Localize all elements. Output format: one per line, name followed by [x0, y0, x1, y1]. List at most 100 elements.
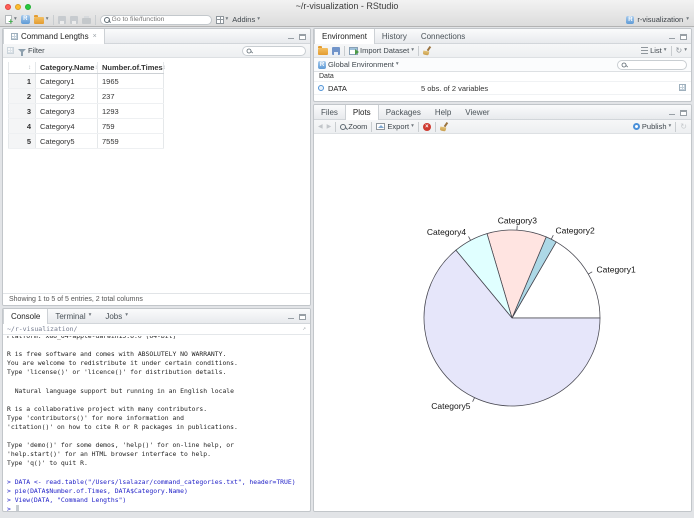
- maximize-icon[interactable]: [299, 313, 306, 320]
- console-line: R is a collaborative project with many c…: [7, 404, 208, 413]
- maximize-icon[interactable]: [680, 33, 687, 40]
- table-row[interactable]: 5 Category5 7559: [8, 134, 164, 149]
- close-window-button[interactable]: [5, 4, 11, 10]
- tab-connections[interactable]: Connections: [414, 29, 472, 43]
- pie-label-tick: [468, 236, 471, 241]
- new-project-button[interactable]: R: [20, 15, 30, 24]
- console-line: Type 'demo()' for some demos, 'help()' f…: [7, 441, 235, 450]
- column-header[interactable]: Category.Name ↕: [36, 62, 98, 73]
- table-row[interactable]: 4 Category4 759: [8, 119, 164, 134]
- minimize-icon[interactable]: [668, 109, 676, 116]
- new-project-icon: R: [20, 15, 30, 24]
- environment-scope-button[interactable]: R Global Environment ▾: [318, 60, 399, 69]
- pane-layout-button[interactable]: ▾: [215, 15, 228, 24]
- tab-jobs[interactable]: Jobs ▾: [98, 309, 135, 323]
- tab-viewer[interactable]: Viewer: [458, 105, 496, 119]
- table-search-box: [242, 45, 306, 56]
- list-icon: [641, 47, 649, 54]
- tab-help[interactable]: Help: [428, 105, 458, 119]
- remove-plot-icon[interactable]: ×: [422, 122, 431, 131]
- console-line: Type 'q()' to quit R.: [7, 459, 88, 468]
- save-workspace-icon[interactable]: [332, 46, 340, 55]
- tab-environment[interactable]: Environment: [314, 29, 375, 44]
- object-value: 5 obs. of 2 variables: [421, 83, 489, 93]
- tab-command-lengths[interactable]: Command Lengths ×: [3, 29, 105, 44]
- project-menu-button[interactable]: R r-visualization ▾: [626, 15, 689, 24]
- zoom-window-button[interactable]: [25, 4, 31, 10]
- tab-packages[interactable]: Packages: [379, 105, 428, 119]
- column-header[interactable]: Number.of.Times ↕: [98, 62, 166, 73]
- clear-workspace-icon[interactable]: [423, 46, 432, 55]
- table-search-input[interactable]: [254, 47, 302, 54]
- main-toolbar: ▾ R ▾ ▾ Addins ▾ R r-visualization ▾: [0, 13, 694, 26]
- minimize-icon[interactable]: [287, 33, 295, 40]
- next-plot-icon[interactable]: ▶: [327, 124, 332, 130]
- console-lines: Platform: x86_64-apple-darwin15.6.0 (64-…: [7, 336, 306, 511]
- console-line: 'help.start()' for an HTML browser inter…: [7, 450, 211, 459]
- chevron-down-icon: ▾: [14, 15, 17, 22]
- maximize-icon[interactable]: [680, 109, 687, 116]
- tab-terminal[interactable]: Terminal ▾: [48, 309, 98, 323]
- toolbar-divider: [52, 14, 54, 25]
- environment-object-row[interactable]: DATA 5 obs. of 2 variables: [314, 82, 691, 95]
- table-row[interactable]: 3 Category3 1293: [8, 104, 164, 119]
- save-all-icon[interactable]: [69, 15, 78, 24]
- plots-panel: Files Plots Packages Help Viewer ◀ ▶ Zoo…: [313, 104, 692, 512]
- chevron-down-icon: ▾: [411, 122, 414, 129]
- zoom-icon: [340, 123, 347, 130]
- chevron-down-icon: ▾: [45, 15, 49, 22]
- table-row[interactable]: 2 Category2 237: [8, 89, 164, 104]
- import-dataset-button[interactable]: Import Dataset ▾: [349, 46, 414, 55]
- open-file-button[interactable]: ▾: [33, 15, 49, 24]
- toolbar-divider: [371, 121, 373, 132]
- environment-search-input[interactable]: [629, 61, 683, 68]
- minimize-window-button[interactable]: [15, 4, 21, 10]
- tab-console[interactable]: Console: [3, 309, 49, 324]
- chevron-down-icon: ▾: [686, 15, 689, 22]
- filter-button[interactable]: Filter: [18, 46, 45, 56]
- list-view-button[interactable]: List ▾: [641, 46, 667, 55]
- data-object-icon: [318, 85, 324, 91]
- previous-plot-icon[interactable]: ◀: [318, 124, 323, 130]
- table-cell: Category1: [36, 74, 98, 88]
- toolbar-divider: [94, 14, 96, 25]
- tab-plots[interactable]: Plots: [344, 105, 379, 120]
- goto-file-input[interactable]: [111, 16, 208, 23]
- addins-button[interactable]: Addins ▾: [232, 15, 260, 24]
- refresh-plot-icon[interactable]: ↻: [680, 122, 687, 131]
- close-icon[interactable]: ×: [93, 33, 97, 40]
- console-output[interactable]: Platform: x86_64-apple-darwin15.6.0 (64-…: [3, 336, 310, 511]
- popout-table-icon[interactable]: [7, 47, 14, 54]
- print-icon[interactable]: [81, 15, 91, 24]
- toolbar-divider: [675, 121, 677, 132]
- publish-icon: [632, 123, 640, 130]
- refresh-button[interactable]: ↻ ▾: [676, 46, 687, 55]
- chevron-down-icon: ▾: [668, 122, 672, 129]
- view-table-button[interactable]: [679, 84, 686, 91]
- save-icon[interactable]: [57, 15, 66, 24]
- import-dataset-icon: [349, 46, 359, 55]
- chevron-down-icon: ▾: [663, 46, 667, 53]
- minimize-icon[interactable]: [668, 33, 676, 40]
- new-file-button[interactable]: ▾: [5, 15, 17, 26]
- row-number-header[interactable]: ↕: [8, 62, 36, 73]
- console-line: You are welcome to redistribute it under…: [7, 359, 238, 368]
- load-workspace-icon[interactable]: [318, 46, 328, 55]
- tab-history[interactable]: History: [375, 29, 414, 43]
- tab-files[interactable]: Files: [314, 105, 345, 119]
- minimize-icon[interactable]: [287, 313, 295, 320]
- pie-label: Category4: [427, 227, 466, 237]
- toolbar-divider: [434, 121, 436, 132]
- zoom-plot-button[interactable]: Zoom: [340, 122, 367, 131]
- table-row[interactable]: 1 Category1 1965: [8, 74, 164, 89]
- pie-label-tick: [550, 235, 554, 240]
- import-dataset-label: Import Dataset: [360, 46, 410, 55]
- open-in-new-window-icon[interactable]: ↗: [302, 326, 306, 332]
- clear-all-plots-icon[interactable]: [440, 122, 449, 131]
- pie-chart: Category1 Category2 Category3 Category4 Cate…: [423, 216, 636, 411]
- publish-button[interactable]: Publish ▾: [632, 122, 672, 131]
- maximize-icon[interactable]: [299, 33, 306, 40]
- export-plot-button[interactable]: Export ▾: [376, 122, 414, 131]
- title-bar: ~/r-visualization - RStudio: [0, 0, 694, 13]
